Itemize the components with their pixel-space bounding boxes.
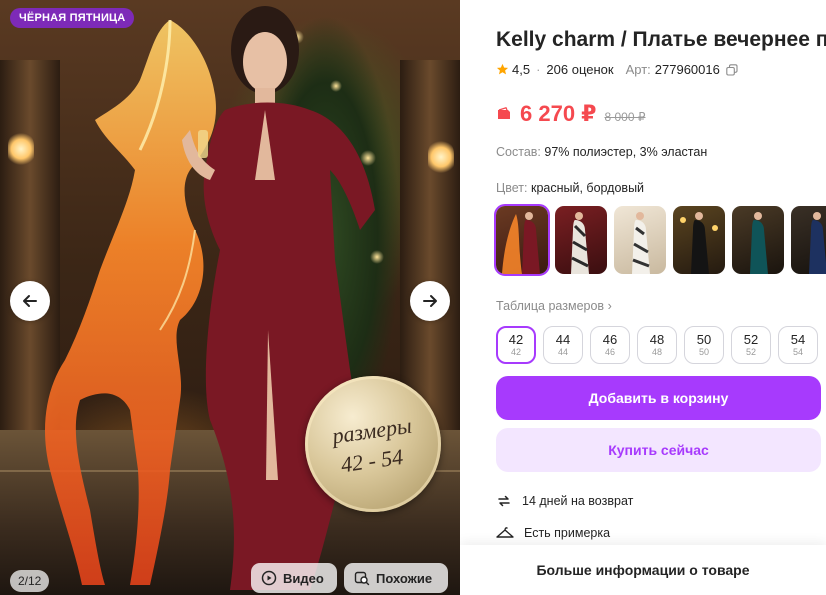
size-value: 42 <box>508 332 524 347</box>
fitting-label: Есть примерка <box>524 526 611 540</box>
size-option[interactable]: 48 48 <box>637 326 677 364</box>
product-meta: 4,5 · 206 оценок Арт: 277960016 <box>496 62 738 77</box>
wall-lamp <box>428 140 454 174</box>
similar-button-label: Похожие <box>376 570 433 586</box>
thumb-image <box>571 212 589 274</box>
color-variant-thumb[interactable] <box>555 206 607 274</box>
color-row: Цвет: красный, бордовый <box>496 181 644 195</box>
size-chart-label: Таблица размеров <box>496 299 605 313</box>
product-photo[interactable]: ЧЁРНАЯ ПЯТНИЦА размеры 42 - 54 2/12 Виде… <box>0 0 460 595</box>
size-option[interactable]: 46 46 <box>590 326 630 364</box>
chevron-right-icon: › <box>607 299 612 313</box>
size-option[interactable]: 42 42 <box>496 326 536 364</box>
size-value: 48 <box>649 332 665 347</box>
old-price: 8 000 ₽ <box>604 110 646 124</box>
hanger-icon <box>496 527 514 538</box>
size-option[interactable]: 54 54 <box>778 326 818 364</box>
wallet-icon <box>498 107 510 119</box>
size-ru-value: 52 <box>745 347 756 357</box>
arrow-left-icon <box>23 295 37 307</box>
color-variant-thumb[interactable] <box>673 206 725 274</box>
size-ru-value: 44 <box>557 347 568 357</box>
sizes-seal-graphic: размеры 42 - 54 <box>305 376 441 512</box>
similar-button[interactable]: Похожие <box>344 563 448 593</box>
color-variant-thumb[interactable] <box>791 206 826 274</box>
size-ru-value: 42 <box>510 347 521 357</box>
size-value: 46 <box>602 332 618 347</box>
price-row: 6 270 ₽ 8 000 ₽ <box>496 101 645 127</box>
size-ru-value: 50 <box>698 347 709 357</box>
video-button[interactable]: Видео <box>251 563 337 593</box>
article-number: 277960016 <box>654 62 720 77</box>
size-value: 44 <box>555 332 571 347</box>
return-policy: 14 дней на возврат <box>496 493 633 509</box>
size-value: 52 <box>743 332 759 347</box>
gallery-counter: 2/12 <box>10 570 50 592</box>
thumb-image <box>750 212 768 274</box>
size-option[interactable]: 44 44 <box>543 326 583 364</box>
color-value: красный, бордовый <box>530 181 645 195</box>
size-value: 54 <box>790 332 806 347</box>
size-chart-link[interactable]: Таблица размеров › <box>496 299 612 313</box>
size-ru-value: 46 <box>604 347 615 357</box>
size-ru-value: 54 <box>792 347 803 357</box>
product-page: ЧЁРНАЯ ПЯТНИЦА размеры 42 - 54 2/12 Виде… <box>0 0 826 595</box>
size-value: 50 <box>696 332 712 347</box>
more-info-button[interactable]: Больше информации о товаре <box>460 545 826 595</box>
thumb-image <box>502 212 540 274</box>
thumb-image <box>632 212 650 274</box>
gallery-prev-button[interactable] <box>10 281 50 321</box>
size-ru-value: 48 <box>651 347 662 357</box>
star-icon <box>496 63 509 75</box>
product-title: Kelly charm / Платье вечернее п <box>496 28 826 51</box>
similar-search-icon <box>354 571 370 586</box>
color-variant-thumb[interactable] <box>494 204 550 276</box>
gallery-next-button[interactable] <box>410 281 450 321</box>
fitting-info: Есть примерка <box>496 526 610 540</box>
thumb-image <box>809 212 826 274</box>
meta-separator: · <box>536 62 541 77</box>
composition-label: Состав: <box>496 145 541 159</box>
video-button-label: Видео <box>283 570 324 586</box>
add-to-cart-button[interactable]: Добавить в корзину <box>496 376 821 420</box>
play-icon <box>261 570 277 586</box>
composition-row: Состав: 97% полиэстер, 3% эластан <box>496 145 707 159</box>
color-label: Цвет: <box>496 181 528 195</box>
color-variants <box>494 204 826 276</box>
size-selector: 42 42 44 44 46 46 48 48 50 50 52 52 54 5… <box>496 326 818 364</box>
product-info-panel: Kelly charm / Платье вечернее п 4,5 · 20… <box>460 0 826 595</box>
reviews-count[interactable]: 206 оценок <box>546 62 613 77</box>
black-friday-badge: ЧЁРНАЯ ПЯТНИЦА <box>10 8 135 28</box>
return-policy-label: 14 дней на возврат <box>522 494 634 508</box>
thumb-image <box>680 212 718 274</box>
color-variant-thumb[interactable] <box>732 206 784 274</box>
size-option[interactable]: 52 52 <box>731 326 771 364</box>
copy-icon[interactable] <box>726 63 738 76</box>
article-label: Арт: <box>625 62 651 77</box>
current-price: 6 270 ₽ <box>520 101 597 126</box>
composition-value: 97% полиэстер, 3% эластан <box>544 145 708 159</box>
color-variant-thumb[interactable] <box>614 206 666 274</box>
buy-now-button[interactable]: Купить сейчас <box>496 428 821 472</box>
size-option[interactable]: 50 50 <box>684 326 724 364</box>
return-arrows-icon <box>498 495 510 507</box>
rating-value: 4,5 <box>512 62 531 77</box>
sizes-seal-lettering: размеры 42 - 54 <box>329 413 414 478</box>
svg-text:42 - 54: 42 - 54 <box>339 444 404 477</box>
arrow-right-icon <box>423 295 437 307</box>
